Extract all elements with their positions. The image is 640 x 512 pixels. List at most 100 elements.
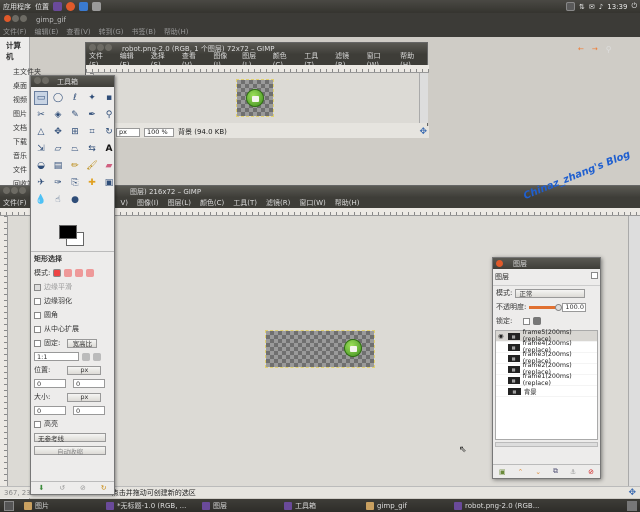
pencil-tool-icon[interactable]: ✏ xyxy=(68,159,82,173)
close-icon[interactable] xyxy=(34,77,41,84)
reset-options-icon[interactable]: ↻ xyxy=(101,484,107,492)
shear-tool-icon[interactable]: ▱ xyxy=(51,142,65,156)
perspective-clone-tool-icon[interactable]: ▣ xyxy=(102,176,116,190)
layer-row[interactable]: ▩ 背景 xyxy=(496,386,597,397)
taskbar-item[interactable]: *无标题-1.0 (RGB, ... xyxy=(100,499,196,512)
scale-tool-icon[interactable]: ⇲ xyxy=(34,142,48,156)
antialias-option[interactable]: 边缘平滑 xyxy=(31,280,114,294)
subtract-mode-icon[interactable] xyxy=(75,269,84,277)
thunderbird-icon[interactable] xyxy=(79,2,88,11)
small-canvas-area[interactable] xyxy=(94,73,419,123)
eye-icon[interactable]: ◉ xyxy=(498,333,505,340)
menu-item[interactable]: 查看(V) xyxy=(66,27,90,37)
foreground-select-tool-icon[interactable]: ◈ xyxy=(51,108,65,122)
intersect-mode-icon[interactable] xyxy=(86,269,95,277)
menu-item[interactable]: 帮助(H) xyxy=(335,198,360,208)
align-tool-icon[interactable]: ⊞ xyxy=(68,125,82,139)
taskbar-item[interactable]: 图片 xyxy=(18,499,100,512)
trash-icon[interactable] xyxy=(627,500,637,511)
menu-item[interactable]: 颜色(C) xyxy=(200,198,224,208)
layer-row[interactable]: ▩ frame1(200ms)(replace) xyxy=(496,373,597,387)
feather-option[interactable]: 边缘羽化 xyxy=(31,294,114,308)
lower-layer-icon[interactable]: ⌄ xyxy=(535,468,541,476)
expand-center-option[interactable]: 从中心扩展 xyxy=(31,322,114,336)
zoom-tool-icon[interactable]: ⚲ xyxy=(102,108,116,122)
layer-mode-select[interactable]: 正常 xyxy=(515,288,586,298)
eye-icon[interactable] xyxy=(498,355,505,362)
menu-item[interactable]: 滤镜(R) xyxy=(266,198,290,208)
layer-list-scrollbar[interactable] xyxy=(495,442,598,447)
tab-layers[interactable]: 图层 xyxy=(495,272,509,282)
taskbar-item[interactable]: 工具箱 xyxy=(278,499,360,512)
indicator-icon[interactable] xyxy=(566,2,576,11)
power-icon[interactable]: ⏻ xyxy=(631,2,637,11)
menu-item[interactable]: 图像(I) xyxy=(137,198,159,208)
unit-select[interactable]: px xyxy=(116,127,140,137)
menu-item[interactable]: 转到(G) xyxy=(99,27,124,37)
navigate-icon[interactable]: ✥ xyxy=(419,127,427,137)
minimize-icon[interactable] xyxy=(11,187,18,194)
fixed-select[interactable]: 宽高比 xyxy=(67,338,98,348)
color-picker-tool-icon[interactable]: ✒ xyxy=(85,108,99,122)
sidebar-item[interactable]: 视频 xyxy=(0,93,29,107)
autoshrink-button[interactable]: 自动收缩 xyxy=(34,446,106,456)
dodge-burn-tool-icon[interactable]: ● xyxy=(68,193,82,207)
close-icon[interactable] xyxy=(4,15,11,22)
eye-icon[interactable] xyxy=(498,388,505,395)
scissors-tool-icon[interactable]: ✂ xyxy=(34,108,48,122)
taskbar-item[interactable]: gimp_gif xyxy=(360,499,448,512)
minimize-icon[interactable] xyxy=(42,77,49,84)
add-mode-icon[interactable] xyxy=(64,269,73,277)
network-icon[interactable]: ⇅ xyxy=(579,3,585,11)
blend-tool-icon[interactable]: ▤ xyxy=(51,159,65,173)
rotate-tool-icon[interactable]: ↻ xyxy=(102,125,116,139)
new-layer-icon[interactable]: ▣ xyxy=(499,468,506,476)
minimize-icon[interactable] xyxy=(12,15,19,22)
foreground-color-swatch[interactable] xyxy=(59,225,77,239)
close-icon[interactable] xyxy=(496,260,503,267)
flip-tool-icon[interactable]: ⇆ xyxy=(85,142,99,156)
clone-tool-icon[interactable]: ⎘ xyxy=(68,176,82,190)
dock-menu-icon[interactable] xyxy=(591,272,598,279)
menu-item[interactable]: 文件(F) xyxy=(3,27,27,37)
paintbrush-tool-icon[interactable]: 🖌 xyxy=(85,159,99,173)
crop-tool-icon[interactable]: ⌗ xyxy=(85,125,99,139)
menu-item[interactable]: 书签(B) xyxy=(132,27,156,37)
bucket-fill-tool-icon[interactable]: ◒ xyxy=(34,159,48,173)
fixed-checkbox[interactable] xyxy=(34,339,41,347)
vertical-scrollbar[interactable] xyxy=(628,216,640,486)
forward-arrow-icon[interactable]: → xyxy=(592,45,598,53)
menu-item[interactable]: 工具(T) xyxy=(233,198,257,208)
lock-pixels-checkbox[interactable] xyxy=(523,317,531,325)
taskbar-item[interactable]: robot.png-2.0 (RGB... xyxy=(448,499,548,512)
ink-tool-icon[interactable]: ✑ xyxy=(51,176,65,190)
eye-icon[interactable] xyxy=(498,366,505,373)
clock[interactable]: 13:39 xyxy=(607,3,627,11)
menu-item[interactable]: 图层(L) xyxy=(168,198,191,208)
menu-item[interactable]: 文件(F) xyxy=(3,198,27,208)
rounded-option[interactable]: 圆角 xyxy=(31,308,114,322)
taskbar-item[interactable]: 图层 xyxy=(196,499,278,512)
size-h-input[interactable]: 0 xyxy=(73,406,105,415)
restore-options-icon[interactable]: ↺ xyxy=(59,484,65,492)
save-options-icon[interactable]: ⬇ xyxy=(38,484,44,492)
close-icon[interactable] xyxy=(3,187,10,194)
opacity-knob[interactable] xyxy=(555,303,563,311)
perspective-tool-icon[interactable]: ⏢ xyxy=(68,142,82,156)
volume-icon[interactable]: ♪ xyxy=(599,3,603,11)
opacity-input[interactable]: 100.0 xyxy=(562,302,587,312)
menu-item[interactable]: V) xyxy=(121,199,129,207)
opacity-slider[interactable] xyxy=(529,303,563,311)
size-unit-select[interactable]: px xyxy=(67,392,102,402)
highlight-option[interactable]: 高亮 xyxy=(31,417,114,431)
heal-tool-icon[interactable]: ✚ xyxy=(85,176,99,190)
position-y-input[interactable]: 0 xyxy=(73,379,105,388)
sidebar-item[interactable]: 图片 xyxy=(0,107,29,121)
eraser-tool-icon[interactable]: ▰ xyxy=(102,159,116,173)
sidebar-item[interactable]: 主文件夹 xyxy=(0,65,41,79)
navigate-icon[interactable]: ✥ xyxy=(628,488,636,498)
lock-alpha-icon[interactable] xyxy=(533,317,542,325)
smudge-tool-icon[interactable]: ☝ xyxy=(51,193,65,207)
landscape-icon[interactable] xyxy=(93,352,101,361)
menu-item[interactable]: 编辑(E) xyxy=(35,27,59,37)
